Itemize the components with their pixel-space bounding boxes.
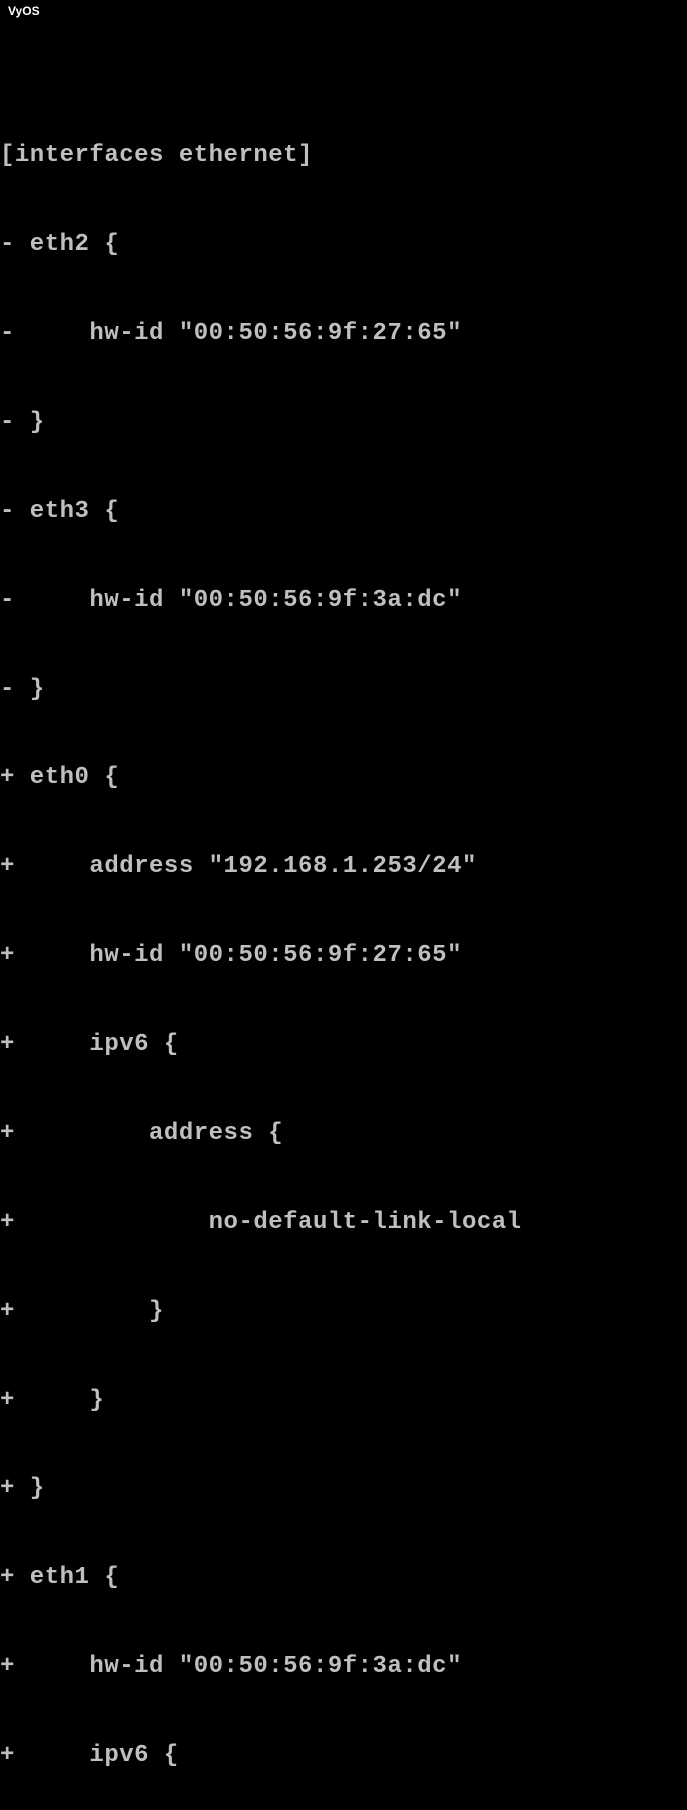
window-title: VyOS (8, 4, 40, 18)
config-line: + address { (0, 1119, 687, 1149)
config-line: + } (0, 1474, 687, 1504)
config-line: + hw-id "00:50:56:9f:3a:dc" (0, 1652, 687, 1682)
config-line: + no-default-link-local (0, 1208, 687, 1238)
config-line: + hw-id "00:50:56:9f:27:65" (0, 941, 687, 971)
config-line: - hw-id "00:50:56:9f:27:65" (0, 319, 687, 349)
config-line: + eth0 { (0, 763, 687, 793)
config-line: + ipv6 { (0, 1741, 687, 1771)
terminal-output[interactable]: [interfaces ethernet] - eth2 { - hw-id "… (0, 82, 687, 1810)
config-line: [interfaces ethernet] (0, 141, 687, 171)
config-line: + ipv6 { (0, 1030, 687, 1060)
config-line: + eth1 { (0, 1563, 687, 1593)
config-line: - hw-id "00:50:56:9f:3a:dc" (0, 586, 687, 616)
config-line: + } (0, 1297, 687, 1327)
config-line: - } (0, 675, 687, 705)
config-line: - } (0, 408, 687, 438)
config-line: - eth3 { (0, 497, 687, 527)
config-line: - eth2 { (0, 230, 687, 260)
config-line: + } (0, 1386, 687, 1416)
config-line: + address "192.168.1.253/24" (0, 852, 687, 882)
